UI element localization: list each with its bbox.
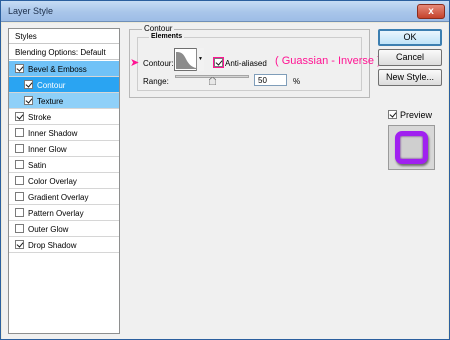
styles-list: Styles Blending Options: Default Bevel &… [8,28,120,334]
close-icon[interactable]: x [417,4,445,19]
checkbox-drop-shadow[interactable] [15,240,24,249]
ok-button[interactable]: OK [378,29,442,46]
style-item-contour[interactable]: Contour [9,77,119,93]
style-item-label: Contour [37,81,66,90]
style-item-label: Inner Shadow [28,129,78,138]
new-style-button[interactable]: New Style... [378,69,442,86]
style-item-label: Color Overlay [28,177,77,186]
checkbox-stroke[interactable] [15,112,24,121]
checkbox-inner-shadow[interactable] [15,128,24,137]
style-item-label: Drop Shadow [28,241,77,250]
style-item-pattern-overlay[interactable]: Pattern Overlay [9,205,119,221]
preview-swatch [395,131,428,164]
blending-options-item[interactable]: Blending Options: Default [9,45,119,60]
style-item-label: Bevel & Emboss [28,65,87,74]
style-item-bevel-emboss[interactable]: Bevel & Emboss [9,61,119,77]
dialog-client: Styles Blending Options: Default Bevel &… [2,23,448,339]
style-item-drop-shadow[interactable]: Drop Shadow [9,237,119,253]
title-bar: Layer Style x [1,1,449,22]
range-input[interactable]: 50 [254,74,287,86]
style-item-label: Gradient Overlay [28,193,89,202]
anti-aliased-label: Anti-aliased [225,59,267,68]
anti-aliased-checkbox[interactable] [213,57,224,68]
range-label: Range: [143,77,169,86]
range-unit: % [293,77,301,86]
style-item-texture[interactable]: Texture [9,93,119,109]
preview-label: Preview [400,110,433,120]
cancel-button[interactable]: Cancel [378,49,442,66]
style-item-label: Inner Glow [28,145,67,154]
style-item-inner-shadow[interactable]: Inner Shadow [9,125,119,141]
styles-header[interactable]: Styles [9,29,119,44]
style-item-label: Stroke [28,113,52,122]
elements-subgroup-title: Elements [149,33,185,40]
style-item-label: Pattern Overlay [28,209,84,218]
range-slider-thumb[interactable] [208,76,216,86]
triangle-down-icon[interactable]: ▼ [196,48,204,71]
annotation-text: ( Guassian - Inverse ) [275,55,381,67]
contour-group-title: Contour [142,24,175,33]
window-title: Layer Style [8,6,54,16]
style-item-label: Texture [37,97,64,106]
preview-checkbox[interactable] [388,110,397,119]
style-item-color-overlay[interactable]: Color Overlay [9,173,119,189]
style-item-stroke[interactable]: Stroke [9,109,119,125]
layer-style-dialog: Layer Style x Styles Blending Options: D… [0,0,450,340]
style-preview [388,125,435,170]
style-item-label: Satin [28,161,47,170]
checkbox-pattern-overlay[interactable] [15,208,24,217]
gaussian-inverse-curve-icon [176,50,196,69]
checkbox-outer-glow[interactable] [15,224,24,233]
style-item-inner-glow[interactable]: Inner Glow [9,141,119,157]
style-item-gradient-overlay[interactable]: Gradient Overlay [9,189,119,205]
checkbox-satin[interactable] [15,160,24,169]
style-item-label: Outer Glow [28,225,69,234]
checkbox-bevel-emboss[interactable] [15,64,24,73]
checkbox-inner-glow[interactable] [15,144,24,153]
style-item-outer-glow[interactable]: Outer Glow [9,221,119,237]
checkbox-color-overlay[interactable] [15,176,24,185]
contour-label: Contour: [143,59,174,68]
checkbox-gradient-overlay[interactable] [15,192,24,201]
checkbox-contour[interactable] [24,80,33,89]
arrow-right-icon: ➤ [130,57,140,69]
style-item-satin[interactable]: Satin [9,157,119,173]
checkbox-texture[interactable] [24,96,33,105]
